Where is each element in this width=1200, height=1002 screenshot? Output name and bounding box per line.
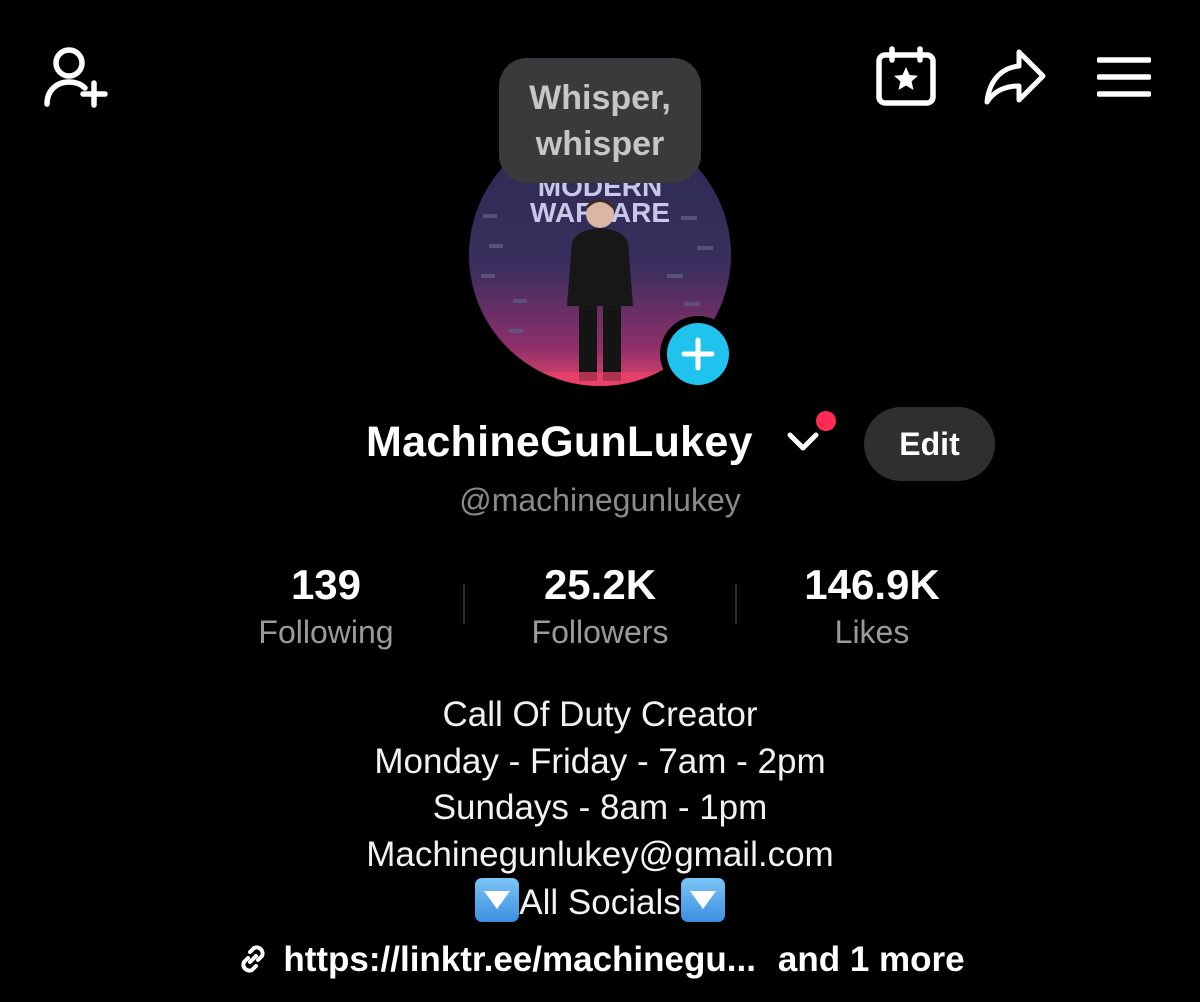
chevron-down-icon	[787, 432, 819, 451]
bio-link-row[interactable]: https://linktr.ee/machinegu... and 1 more	[0, 940, 1200, 986]
tooltip-line1: Whisper,	[529, 78, 671, 117]
calendar-star-icon	[876, 46, 936, 106]
person-plus-icon	[44, 47, 108, 108]
stat-likes[interactable]: 146.9K Likes	[742, 560, 1002, 654]
following-label: Following	[258, 614, 394, 650]
hamburger-menu-icon	[1097, 57, 1151, 97]
share-button[interactable]	[983, 48, 1047, 106]
add-friend-button[interactable]	[42, 46, 110, 108]
bio-socials-text: All Socials	[519, 883, 681, 922]
down-arrow-emoji-icon	[680, 878, 725, 922]
plus-icon	[681, 337, 715, 371]
bio-link-url[interactable]: https://linktr.ee/machinegu...	[283, 940, 756, 979]
edit-profile-button[interactable]: Edit	[864, 407, 995, 481]
likes-count: 146.9K	[804, 561, 940, 608]
stat-followers[interactable]: 25.2K Followers	[470, 560, 730, 654]
stat-following[interactable]: 139 Following	[196, 560, 456, 654]
notification-dot	[816, 411, 836, 431]
whisper-tooltip: Whisper, whisper	[499, 58, 701, 183]
menu-button[interactable]	[1097, 56, 1151, 98]
display-name[interactable]: MachineGunLukey	[366, 418, 753, 467]
bio-socials-line: All Socials	[0, 878, 1200, 927]
events-button[interactable]	[875, 46, 937, 108]
bio-line: Machinegunlukey@gmail.com	[366, 834, 834, 874]
more-links[interactable]: and 1 more	[778, 940, 965, 979]
share-arrow-icon	[984, 49, 1046, 105]
bio-line: Call Of Duty Creator	[442, 695, 758, 734]
followers-label: Followers	[531, 614, 669, 650]
link-icon	[235, 941, 271, 986]
tooltip-line2: whisper	[535, 124, 665, 163]
stat-divider	[735, 584, 737, 624]
add-story-button[interactable]	[660, 316, 736, 392]
bio-line: Monday - Friday - 7am - 2pm	[374, 741, 826, 781]
likes-label: Likes	[834, 614, 910, 650]
bio-line: Sundays - 8am - 1pm	[432, 788, 768, 827]
following-count: 139	[290, 561, 362, 608]
username-handle: @machinegunlukey	[459, 482, 741, 518]
down-arrow-emoji-icon	[475, 878, 520, 922]
followers-count: 25.2K	[543, 561, 657, 608]
stat-divider	[463, 584, 465, 624]
account-switch-button[interactable]	[786, 430, 820, 457]
profile-bio: Call Of Duty Creator Monday - Friday - 7…	[0, 692, 1200, 927]
